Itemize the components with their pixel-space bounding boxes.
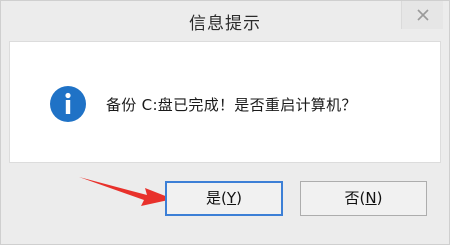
yes-button-mnemonic: Y — [226, 189, 237, 207]
yes-button-suffix: ) — [236, 189, 242, 207]
yes-button[interactable]: 是(Y) — [165, 181, 283, 216]
dialog-content: 备份 C:盘已完成！是否重启计算机？ — [9, 41, 441, 163]
close-icon — [417, 9, 429, 21]
message-dialog: 信息提示 备份 C:盘已完成！是否重启计算机？ 是(Y) 否(N) — [0, 0, 450, 245]
red-arrow-icon — [79, 177, 173, 206]
no-button[interactable]: 否(N) — [300, 181, 427, 216]
title-bar[interactable]: 信息提示 — [1, 1, 449, 41]
close-button[interactable] — [401, 1, 443, 29]
dialog-message: 备份 C:盘已完成！是否重启计算机？ — [106, 96, 357, 114]
no-button-suffix: ) — [376, 189, 383, 207]
no-button-label: 否( — [344, 189, 366, 207]
info-icon — [50, 86, 86, 122]
yes-button-label: 是( — [206, 189, 227, 207]
dialog-title: 信息提示 — [189, 14, 261, 34]
no-button-mnemonic: N — [365, 189, 377, 207]
